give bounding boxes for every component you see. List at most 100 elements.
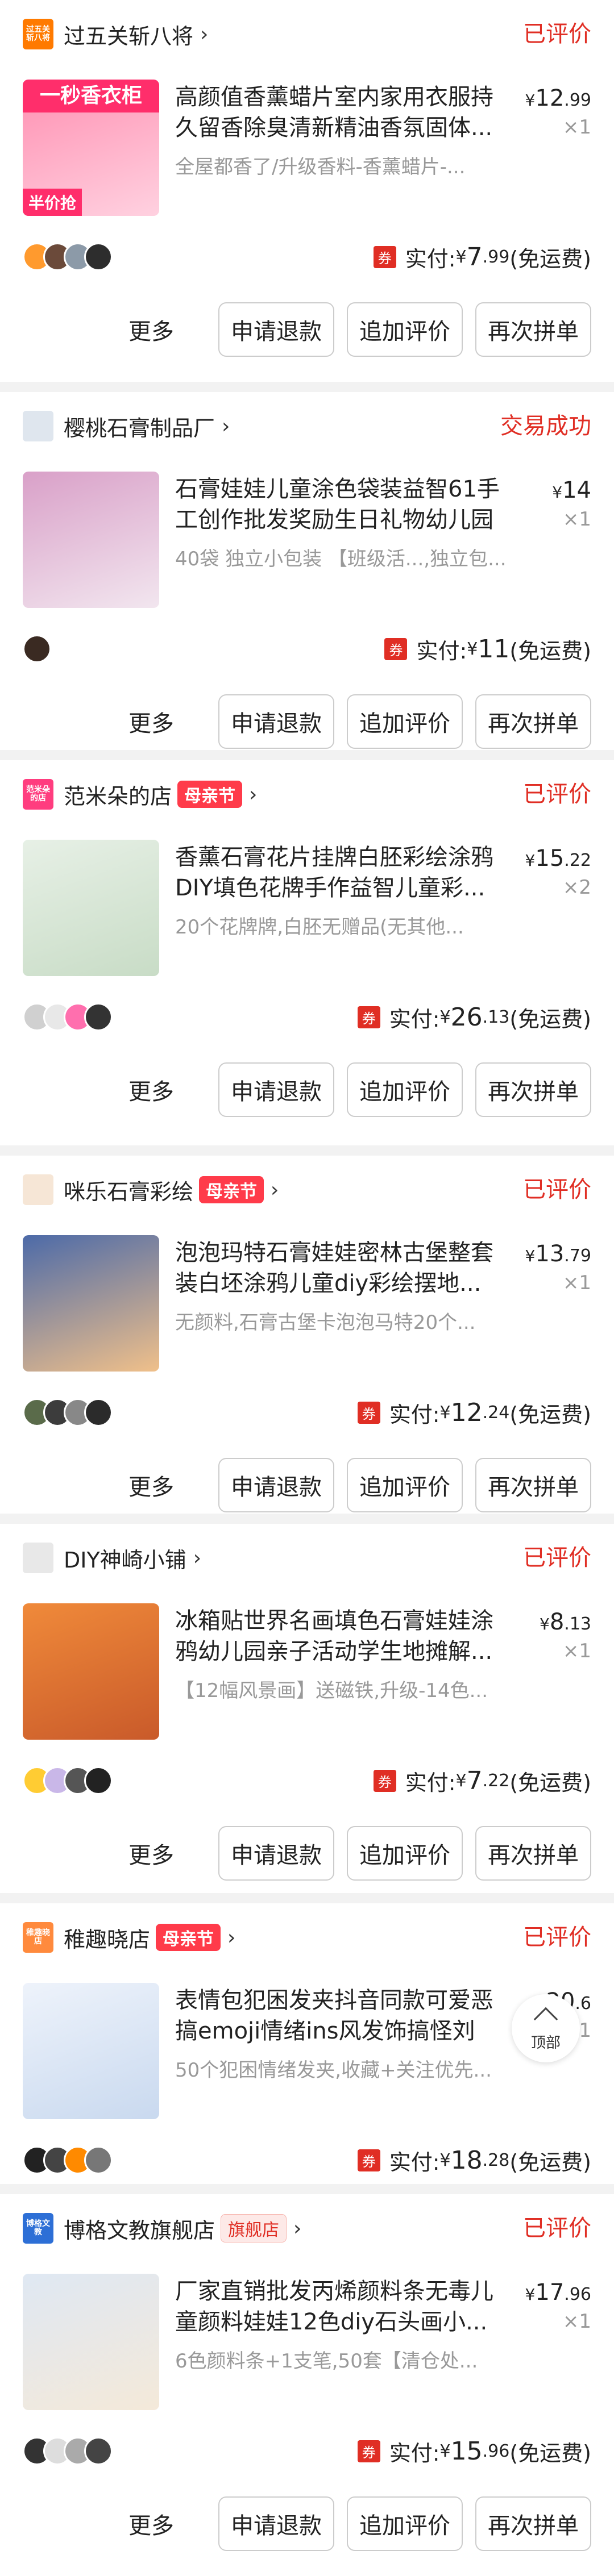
back-to-top-button[interactable]: 顶部	[512, 1994, 580, 2062]
add-review-button[interactable]: 追加评价	[347, 302, 463, 357]
order-status: 已评价	[523, 2215, 591, 2241]
product-image[interactable]	[23, 840, 159, 976]
order-card[interactable]: 咪乐石膏彩绘 母亲节 › 已评价 泡泡玛特石膏娃娃密林古堡整套装白坯涂鸦儿童di…	[0, 1156, 614, 1514]
product-title[interactable]: 高颜值香薰蜡片室内家用衣服持久留香除臭清新精油香氛固体...	[175, 82, 505, 143]
more-button[interactable]: 更多	[128, 705, 174, 738]
order-actions: 更多 申请退款 追加评价 再次拼单	[128, 302, 591, 357]
shipping-note: (免运费)	[509, 2149, 591, 2175]
shop-header[interactable]: 博格文教 博格文教旗舰店 旗舰店 ›	[23, 2211, 591, 2245]
product-image[interactable]	[23, 2274, 159, 2410]
add-review-button[interactable]: 追加评价	[347, 1826, 463, 1881]
refund-button[interactable]: 申请退款	[218, 1826, 334, 1881]
paid-amount: 券 实付: ¥26.13 (免运费)	[357, 1000, 591, 1034]
shop-logo-text: 范米朵的店	[26, 785, 50, 803]
price-decimal: .96	[564, 2285, 591, 2304]
product-image[interactable]	[23, 1603, 159, 1740]
shop-name[interactable]: 过五关斩八将	[64, 19, 193, 50]
paid-decimal: .13	[482, 1007, 510, 1027]
shop-name[interactable]: 咪乐石膏彩绘	[64, 1174, 193, 1206]
paid-decimal: .99	[482, 247, 510, 267]
currency-symbol: ¥	[552, 483, 563, 502]
order-card[interactable]: 范米朵的店 范米朵的店 母亲节 › 已评价 香薰石膏花片挂牌白胚彩绘涂鸦DIY填…	[0, 760, 614, 1145]
shop-logo	[23, 411, 53, 441]
order-status: 交易成功	[500, 413, 591, 439]
refund-button[interactable]: 申请退款	[218, 694, 334, 749]
currency-symbol: ¥	[439, 1007, 451, 1027]
product-spec: 全屋都香了/升级香料-香薰蜡片-...	[175, 156, 466, 178]
add-review-button[interactable]: 追加评价	[347, 1458, 463, 1512]
shop-header[interactable]: 稚趣晓店 稚趣晓店 母亲节 ›	[23, 1920, 591, 1954]
product-spec: 20个花牌牌,白胚无赠品(无其他...	[175, 916, 464, 939]
add-review-button[interactable]: 追加评价	[347, 2496, 463, 2551]
order-card[interactable]: DIY神崎小铺 › 已评价 冰箱贴世界名画填色石膏娃娃涂鸦幼儿园亲子活动学生地摊…	[0, 1524, 614, 1893]
more-button[interactable]: 更多	[128, 2507, 174, 2540]
product-image[interactable]	[23, 1983, 159, 2119]
coupon-icon: 券	[384, 637, 408, 660]
avatar	[84, 2437, 113, 2465]
refund-button[interactable]: 申请退款	[218, 1458, 334, 1512]
shop-name[interactable]: 博格文教旗舰店	[64, 2213, 215, 2244]
price-integer: 12	[535, 85, 565, 111]
more-button[interactable]: 更多	[128, 1469, 174, 1502]
avatar	[84, 2146, 113, 2174]
shop-name[interactable]: 樱桃石膏制品厂	[64, 411, 215, 442]
shipping-note: (免运费)	[509, 246, 591, 272]
unit-price: ¥8.13	[540, 1609, 591, 1635]
unit-price: ¥15.22	[525, 845, 591, 872]
reorder-button[interactable]: 再次拼单	[475, 1826, 591, 1881]
refund-button[interactable]: 申请退款	[218, 1062, 334, 1117]
add-review-button[interactable]: 追加评价	[347, 1062, 463, 1117]
reorder-button[interactable]: 再次拼单	[475, 2496, 591, 2551]
shop-name[interactable]: 稚趣晓店	[64, 1922, 150, 1953]
reorder-button[interactable]: 再次拼单	[475, 1458, 591, 1512]
avatar	[84, 1766, 113, 1795]
paid-decimal: .28	[482, 2150, 510, 2170]
order-card[interactable]: 过五关斩八将 过五关斩八将 › 已评价 一秒香衣柜 半价抢 高颜值香薰蜡片室内家用…	[0, 0, 614, 382]
shop-logo: 范米朵的店	[23, 779, 53, 810]
product-title[interactable]: 厂家直销批发丙烯颜料条无毒儿童颜料娃娃12色diy石头画小...	[175, 2276, 505, 2337]
quantity: ×1	[562, 508, 591, 531]
shop-name[interactable]: DIY神崎小铺	[64, 1543, 186, 1574]
paid-decimal: .24	[482, 1402, 510, 1423]
refund-button[interactable]: 申请退款	[218, 302, 334, 357]
more-button[interactable]: 更多	[128, 1837, 174, 1870]
add-review-button[interactable]: 追加评价	[347, 694, 463, 749]
paid-label: 实付:	[405, 1770, 456, 1795]
more-button[interactable]: 更多	[128, 313, 174, 346]
order-status: 已评价	[523, 781, 591, 807]
product-title[interactable]: 冰箱贴世界名画填色石膏娃娃涂鸦幼儿园亲子活动学生地摊解...	[175, 1606, 505, 1667]
shop-header[interactable]: 咪乐石膏彩绘 母亲节 ›	[23, 1173, 591, 1207]
order-card[interactable]: 樱桃石膏制品厂 › 交易成功 石膏娃娃儿童涂色袋装益智61手工创作批发奖励生日礼…	[0, 392, 614, 750]
reorder-button[interactable]: 再次拼单	[475, 1062, 591, 1117]
shop-header[interactable]: 过五关斩八将 过五关斩八将 ›	[23, 17, 591, 51]
group-avatars	[23, 2434, 113, 2468]
shop-header[interactable]: DIY神崎小铺 ›	[23, 1541, 591, 1575]
product-title[interactable]: 香薰石膏花片挂牌白胚彩绘涂鸦DIY填色花牌手作益智儿童彩...	[175, 842, 505, 903]
paid-label: 实付:	[389, 2440, 440, 2466]
reorder-button[interactable]: 再次拼单	[475, 302, 591, 357]
product-title[interactable]: 泡泡玛特石膏娃娃密林古堡整套装白坯涂鸦儿童diy彩绘摆地...	[175, 1237, 505, 1299]
shop-logo: 过五关斩八将	[23, 19, 53, 49]
more-button[interactable]: 更多	[128, 1073, 174, 1106]
currency-symbol: ¥	[540, 1615, 550, 1633]
paid-integer: 18	[450, 2145, 483, 2175]
product-title[interactable]: 石膏娃娃儿童涂色袋装益智61手工创作批发奖励生日礼物幼儿园摆摊	[175, 474, 505, 535]
product-title[interactable]: 表情包犯困发夹抖音同款可爱恶搞emoji情绪ins风发饰搞怪刘海...	[175, 1985, 505, 2046]
chevron-right-icon: ›	[193, 1546, 202, 1570]
paid-integer: 7	[466, 1766, 483, 1795]
product-image[interactable]	[23, 472, 159, 608]
group-avatars	[23, 632, 51, 666]
paid-integer: 26	[450, 1002, 483, 1032]
order-card[interactable]: 博格文教 博格文教旗舰店 旗舰店 › 已评价 厂家直销批发丙烯颜料条无毒儿童颜料…	[0, 2194, 614, 2576]
chevron-right-icon: ›	[200, 22, 209, 46]
price-decimal: .79	[564, 1246, 591, 1266]
refund-button[interactable]: 申请退款	[218, 2496, 334, 2551]
quantity: ×1	[562, 1640, 591, 1662]
coupon-icon: 券	[357, 1401, 380, 1424]
shop-header[interactable]: 范米朵的店 范米朵的店 母亲节 ›	[23, 777, 591, 811]
product-image[interactable]	[23, 1235, 159, 1372]
shop-name[interactable]: 范米朵的店	[64, 779, 172, 810]
order-actions: 更多 申请退款 追加评价 再次拼单	[128, 1062, 591, 1117]
product-image[interactable]: 一秒香衣柜 半价抢	[23, 80, 159, 216]
reorder-button[interactable]: 再次拼单	[475, 694, 591, 749]
